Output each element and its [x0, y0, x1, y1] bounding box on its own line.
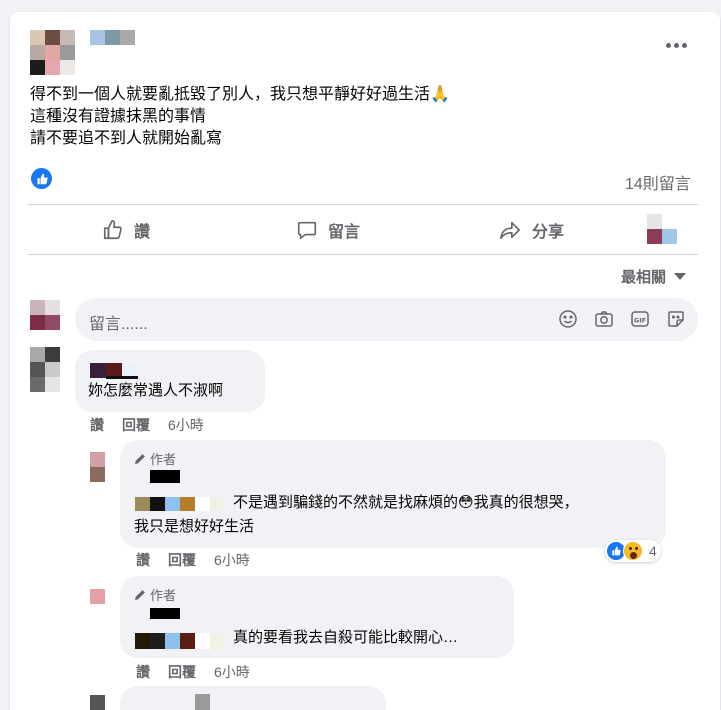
comment-like-link[interactable]: 讚 [90, 415, 104, 435]
comment-bubble: 妳怎麼常遇人不淑啊 [75, 350, 265, 412]
author-badge: 作者 [134, 449, 176, 468]
like-button[interactable]: 讚 [102, 216, 150, 244]
commenter-name[interactable] [90, 363, 138, 379]
reply-avatar[interactable] [90, 452, 105, 482]
caret-down-icon [674, 272, 687, 280]
sort-dropdown[interactable]: 最相關 [621, 266, 687, 287]
sort-label: 最相關 [621, 269, 667, 286]
reply-reply-link[interactable]: 回覆 [168, 550, 196, 570]
pencil-icon [135, 589, 145, 600]
emoji-icon[interactable] [558, 309, 578, 329]
reply-author-name[interactable] [150, 608, 180, 619]
author-badge-label: 作者 [150, 588, 177, 603]
post-line: 這種沒有證據抹黑的事情 [30, 108, 207, 125]
like-reaction-icon[interactable] [31, 168, 52, 189]
comment-count[interactable]: 14則留言 [625, 170, 691, 194]
tagged-user[interactable] [135, 497, 240, 511]
page-selector-avatar[interactable] [647, 214, 677, 244]
more-options-icon[interactable] [666, 38, 688, 52]
comment-reply-link[interactable]: 回覆 [122, 415, 150, 435]
post-line: 請不要追不到人就開始亂寫 [30, 130, 223, 147]
thumbs-up-icon [103, 220, 122, 240]
share-button-label: 分享 [532, 224, 565, 241]
reply-avatar[interactable] [90, 589, 105, 604]
svg-text:GIF: GIF [634, 317, 646, 325]
divider [28, 254, 698, 255]
gif-icon[interactable]: GIF [630, 309, 650, 329]
author-badge-label: 作者 [150, 452, 177, 467]
comment-icon [297, 221, 317, 240]
reply-meta: 讚 回覆 6小時 [136, 662, 250, 682]
comment-input-placeholder: 留言...... [89, 316, 148, 333]
comment-input[interactable]: 留言...... GIF [75, 298, 698, 341]
reply-avatar[interactable] [90, 695, 105, 710]
comment-button[interactable]: 留言 [296, 216, 360, 244]
reply-reply-link[interactable]: 回覆 [168, 662, 196, 682]
sticker-icon[interactable] [666, 309, 686, 329]
camera-icon[interactable] [594, 309, 614, 329]
reply-text: 真的要看我去自殺可能比較開心… [233, 629, 459, 646]
comment-button-label: 留言 [328, 224, 361, 241]
reply-text-line: 我只是想好好生活 [134, 518, 255, 535]
post-author-avatar[interactable] [30, 30, 75, 75]
divider [28, 204, 698, 205]
comment-time[interactable]: 6小時 [168, 415, 204, 435]
current-user-avatar[interactable] [30, 300, 60, 330]
reply-author-name[interactable] [195, 694, 210, 710]
comment-meta: 讚 回覆 6小時 [90, 415, 204, 435]
reply-like-link[interactable]: 讚 [136, 662, 150, 682]
reply-time[interactable]: 6小時 [214, 662, 250, 682]
pencil-icon [135, 453, 145, 464]
wow-reaction-icon [623, 541, 643, 561]
reply-like-link[interactable]: 讚 [136, 550, 150, 570]
post-author-name[interactable] [90, 30, 135, 45]
reply-text-line: 不是遇到騙錢的不然就是找麻煩的😳我真的很想哭， [233, 494, 579, 511]
reply-author-name[interactable] [150, 470, 180, 483]
comment-text: 妳怎麼常遇人不淑啊 [88, 382, 224, 399]
reply-meta: 讚 回覆 6小時 [136, 550, 250, 570]
post-body: 得不到一個人就要亂抵毀了別人，我只想平靜好好過生活🙏 這種沒有證據抹黑的事情 請… [30, 84, 450, 150]
post-line: 得不到一個人就要亂抵毀了別人，我只想平靜好好過生活🙏 [30, 86, 450, 103]
reply-bubble: 作者 不是遇到騙錢的不然就是找麻煩的😳我真的很想哭， 我只是想好好生活 [120, 440, 666, 548]
reaction-summary[interactable]: 4 [605, 540, 661, 562]
commenter-avatar[interactable] [30, 347, 60, 392]
reaction-count: 4 [649, 543, 657, 559]
share-icon [500, 221, 520, 240]
reply-time[interactable]: 6小時 [214, 550, 250, 570]
reply-bubble: 作者 真的要看我去自殺可能比較開心… [120, 576, 514, 658]
share-button[interactable]: 分享 [498, 216, 564, 244]
like-button-label: 讚 [134, 224, 151, 241]
reply-bubble [120, 686, 386, 710]
author-badge: 作者 [134, 585, 176, 604]
tagged-user[interactable] [135, 633, 240, 649]
